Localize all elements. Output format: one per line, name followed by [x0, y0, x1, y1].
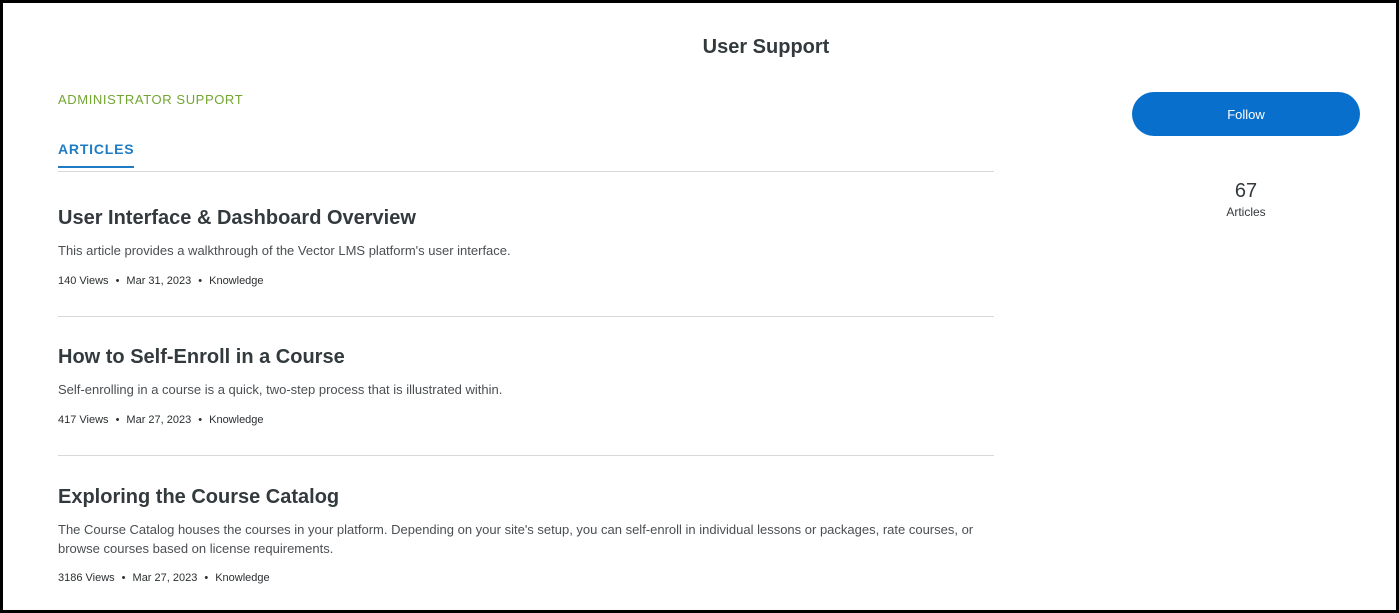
page-frame: User Support ADMINISTRATOR SUPPORT ARTIC… — [0, 0, 1399, 613]
article-title-link[interactable]: How to Self-Enroll in a Course — [58, 344, 994, 370]
article-views: 3186 Views — [58, 572, 115, 584]
list-item: Exploring the Course Catalog The Course … — [58, 456, 994, 585]
follow-button[interactable]: Follow — [1132, 92, 1360, 136]
article-description: This article provides a walkthrough of t… — [58, 243, 511, 258]
tab-articles[interactable]: ARTICLES — [58, 141, 135, 168]
article-description: Self-enrolling in a course is a quick, t… — [58, 382, 503, 397]
list-item: How to Self-Enroll in a Course Self-enro… — [58, 317, 994, 456]
article-meta: 140 Views • Mar 31, 2023 • Knowledge — [58, 274, 994, 288]
meta-separator: • — [198, 275, 203, 287]
article-date: Mar 31, 2023 — [126, 275, 192, 287]
article-date: Mar 27, 2023 — [126, 414, 192, 426]
tab-bar: ARTICLES — [58, 141, 994, 172]
article-views: 417 Views — [58, 414, 109, 426]
article-title-link[interactable]: Exploring the Course Catalog — [58, 484, 994, 510]
article-type: Knowledge — [209, 275, 264, 287]
article-count: 67 — [1234, 180, 1258, 202]
meta-separator: • — [121, 572, 126, 584]
article-meta: 3186 Views • Mar 27, 2023 • Knowledge — [58, 571, 994, 585]
article-count-stat: 67 Articles — [1186, 179, 1306, 220]
section-label[interactable]: ADMINISTRATOR SUPPORT — [58, 92, 243, 108]
meta-separator: • — [115, 414, 120, 426]
article-date: Mar 27, 2023 — [132, 572, 198, 584]
meta-separator: • — [198, 414, 203, 426]
page-title: User Support — [702, 36, 830, 58]
article-type: Knowledge — [215, 572, 270, 584]
list-item: User Interface & Dashboard Overview This… — [58, 171, 994, 317]
article-description: The Course Catalog houses the courses in… — [58, 522, 974, 556]
article-type: Knowledge — [209, 414, 264, 426]
article-count-label: Articles — [1226, 205, 1266, 219]
meta-separator: • — [115, 275, 120, 287]
article-title-link[interactable]: User Interface & Dashboard Overview — [58, 205, 994, 231]
article-views: 140 Views — [58, 275, 109, 287]
meta-separator: • — [204, 572, 209, 584]
article-meta: 417 Views • Mar 27, 2023 • Knowledge — [58, 413, 994, 427]
article-list: User Interface & Dashboard Overview This… — [58, 171, 994, 585]
